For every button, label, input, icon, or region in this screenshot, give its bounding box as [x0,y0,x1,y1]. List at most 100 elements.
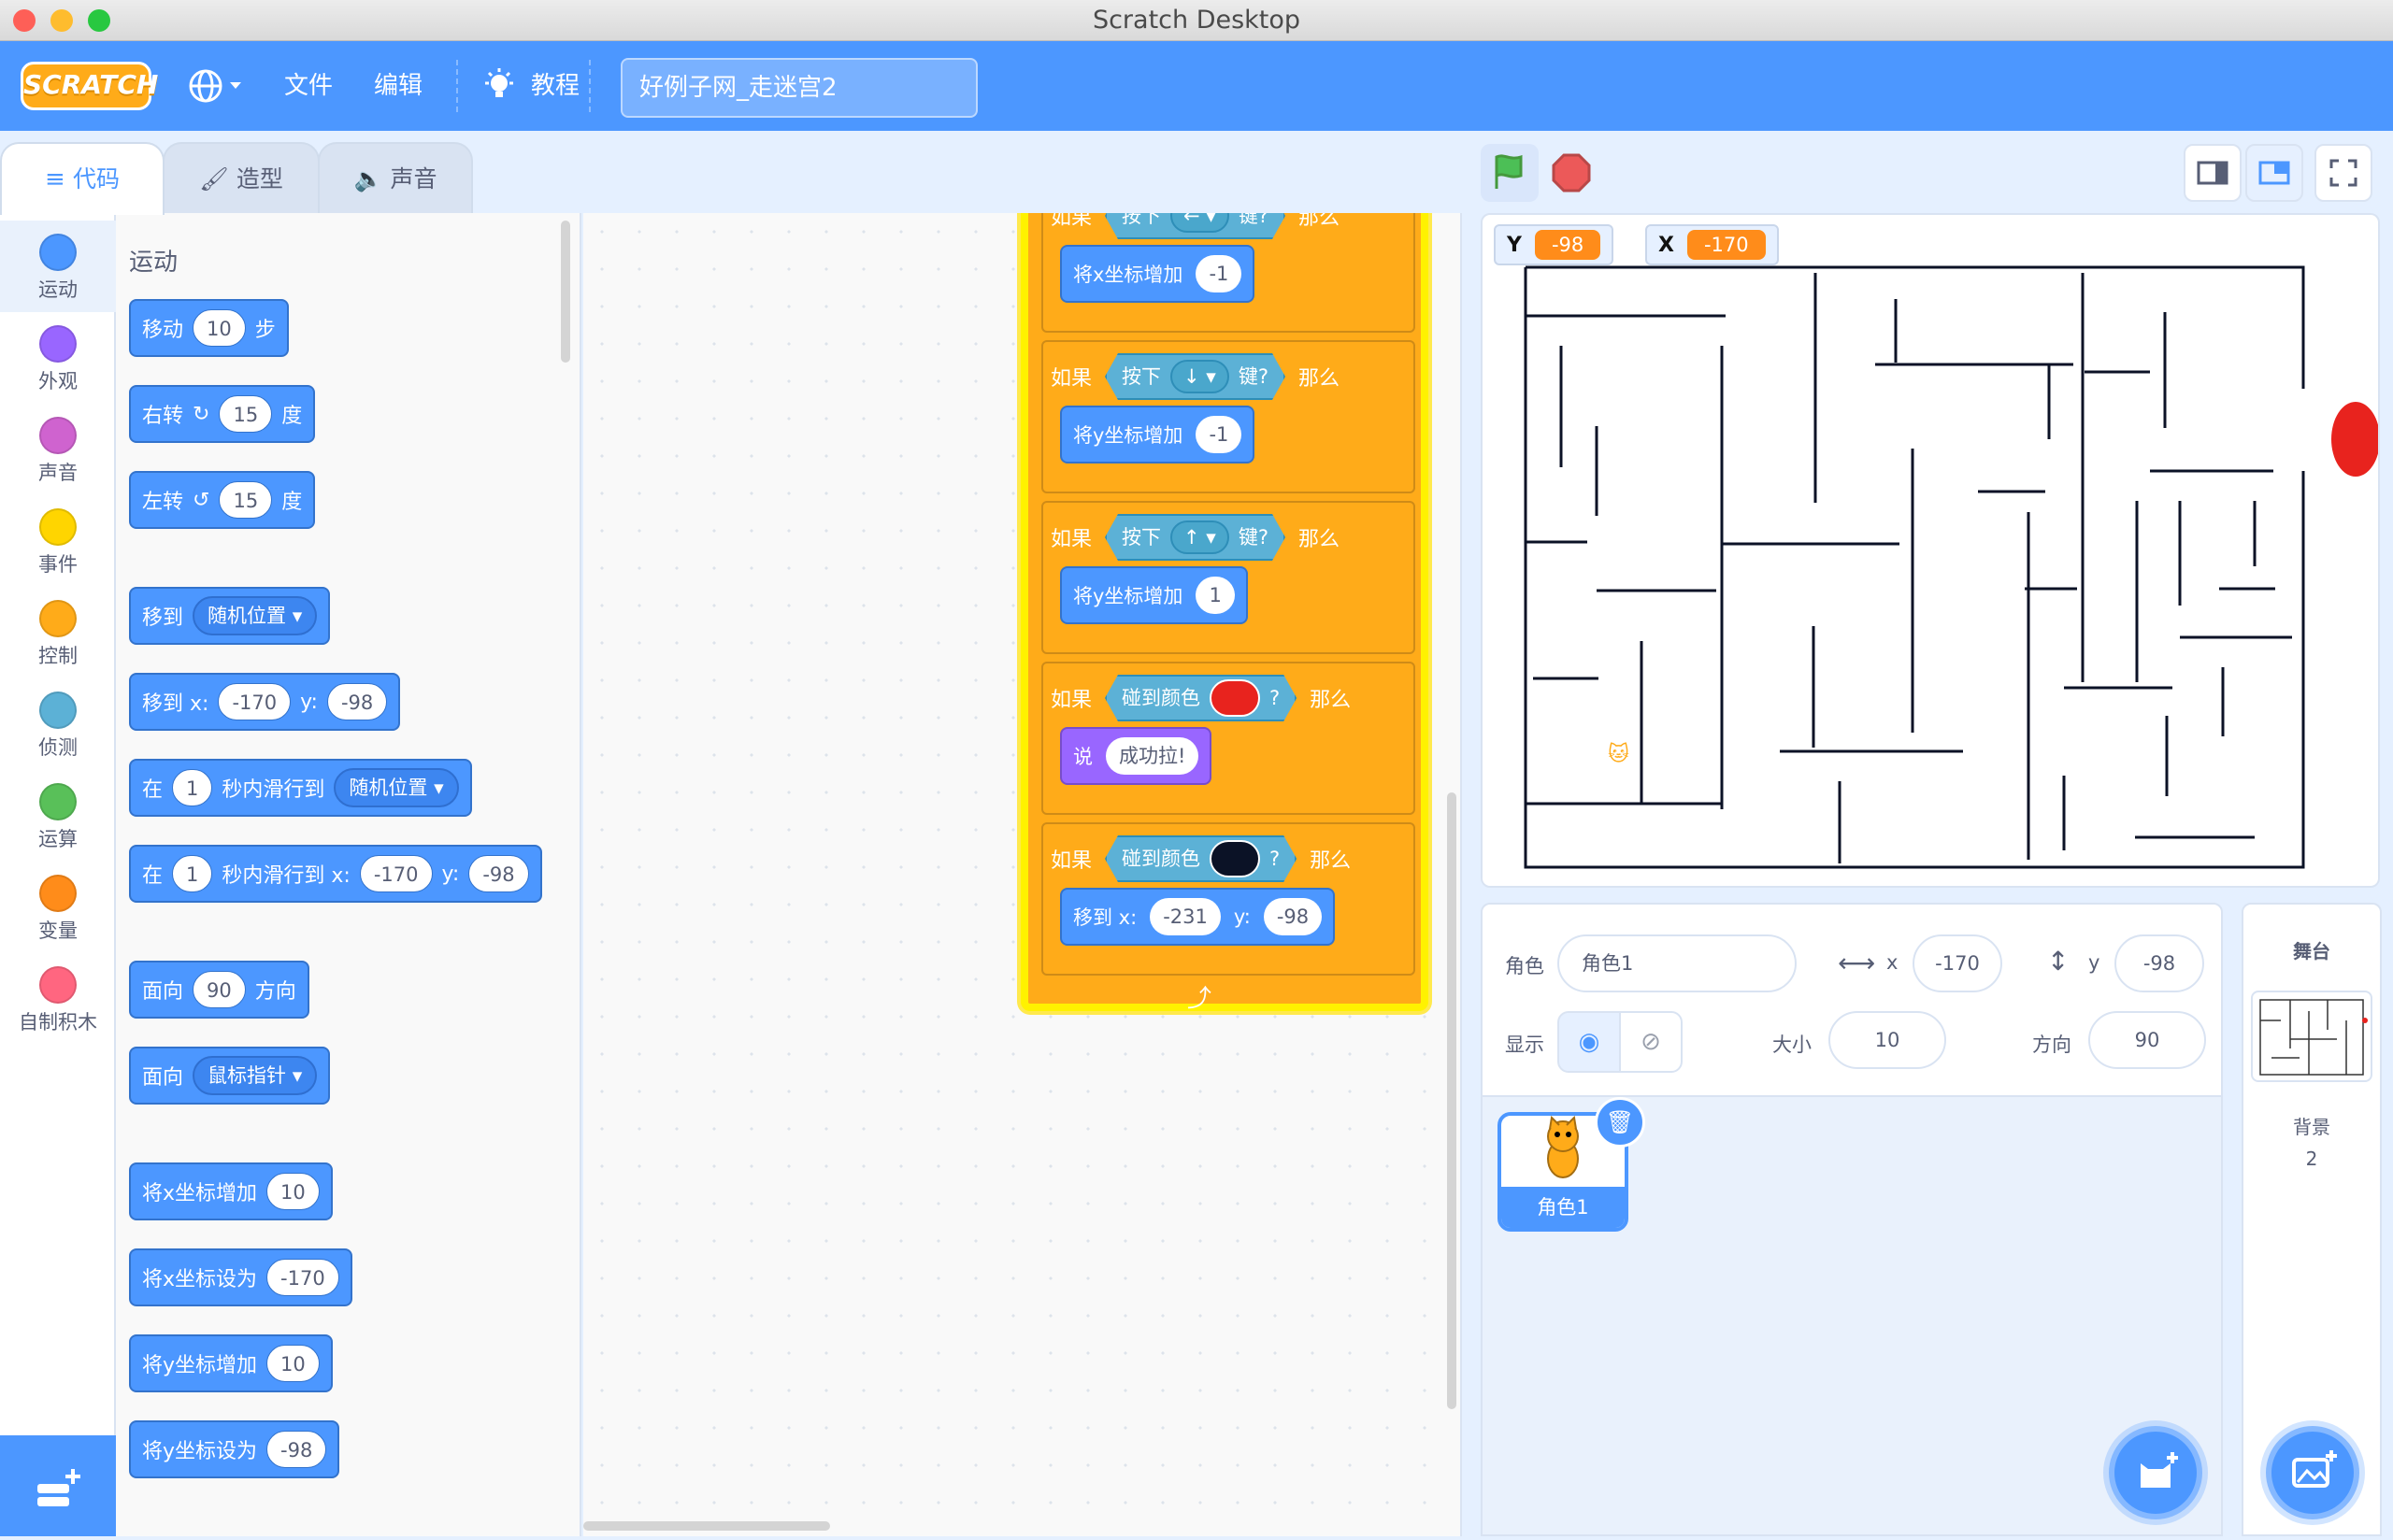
file-menu[interactable]: 文件 [284,67,333,105]
category-looks[interactable]: 外观 [0,312,116,404]
key-dropdown[interactable]: ← ▾ [1170,213,1229,233]
block-input[interactable]: 1 [1196,577,1235,614]
block-turn-left[interactable]: 左转 ↺ 15 度 [129,471,316,529]
edit-menu[interactable]: 编辑 [374,67,423,105]
category-my-blocks[interactable]: 自制积木 [0,953,116,1045]
change-y-block[interactable]: 将y坐标增加 1 [1060,566,1248,624]
key-pressed-condition[interactable]: 按下 ↓ ▾ 键? [1105,353,1285,400]
if-key-down-block[interactable]: 如果 按下 ↓ ▾ 键? 那么 将y坐标增加 -1 [1041,340,1415,493]
y-label: y [2088,951,2100,974]
if-touching-red-block[interactable]: 如果 碰到颜色? 那么 说成功拉! [1041,662,1415,815]
goto-xy-block[interactable]: 移到 x: -231 y: -98 [1060,888,1336,946]
block-set-x[interactable]: 将x坐标设为 -170 [129,1248,352,1306]
block-point-towards[interactable]: 面向 鼠标指针 ▾ [129,1047,331,1105]
block-set-y[interactable]: 将y坐标设为 -98 [129,1420,340,1478]
change-y-block[interactable]: 将y坐标增加 -1 [1060,406,1255,463]
category-variables[interactable]: 变量 [0,862,116,953]
block-input[interactable]: 1 [172,855,213,892]
block-input[interactable]: -1 [1196,255,1242,292]
script-vertical-scrollbar[interactable] [1447,792,1456,1409]
tutorials-menu[interactable]: 教程 [480,67,580,105]
block-input[interactable]: 10 [193,309,246,347]
fullscreen-button[interactable] [2314,144,2372,202]
block-goto[interactable]: 移到 随机位置 ▾ [129,587,331,645]
say-block[interactable]: 说成功拉! [1060,727,1212,785]
sprite-direction-input[interactable]: 90 [2088,1011,2206,1069]
add-extension-button[interactable] [0,1435,116,1536]
choose-sprite-button[interactable] [2109,1426,2202,1519]
block-input[interactable]: -170 [218,683,292,720]
key-pressed-condition[interactable]: 按下 ↑ ▾ 键? [1105,514,1285,561]
category-motion[interactable]: 运动 [0,221,116,312]
block-goto-xy[interactable]: 移到 x: -170 y: -98 [129,673,401,731]
tab-code[interactable]: ≡ 代码 [0,142,165,215]
category-control[interactable]: 控制 [0,587,116,678]
forever-loop-script[interactable]: 如果 按下 ← ▾ 键? 那么 将x坐标增加 -1 如果 按下 ↓ ▾ 键? 那么 将y坐标增加 -… [1021,213,1428,1013]
block-input[interactable]: 15 [219,395,273,433]
small-stage-button[interactable] [2184,144,2242,202]
project-title-input[interactable]: 好例子网_走迷宫2 [621,58,978,118]
block-input[interactable]: -170 [266,1259,339,1296]
backdrop-thumbnail[interactable] [2251,991,2372,1082]
if-touching-black-block[interactable]: 如果 碰到颜色? 那么 移到 x: -231 y: -98 [1041,822,1415,976]
block-input[interactable]: -1 [1196,416,1242,453]
block-point-direction[interactable]: 面向 90 方向 [129,961,309,1019]
block-change-x[interactable]: 将x坐标增加 10 [129,1162,333,1220]
block-input[interactable]: -98 [266,1431,327,1468]
tab-costumes[interactable]: 🖌 造型 [163,142,320,215]
scratch-logo[interactable]: SCRATCH [21,62,158,110]
color-swatch-red[interactable] [1210,679,1260,717]
category-sensing[interactable]: 侦测 [0,678,116,770]
touching-color-condition[interactable]: 碰到颜色? [1105,675,1297,721]
sprite-x-input[interactable]: -170 [1913,934,2002,992]
block-glide-to[interactable]: 在 1 秒内滑行到 随机位置 ▾ [129,759,472,817]
sprite-size-input[interactable]: 10 [1828,1011,1946,1069]
category-sound[interactable]: 声音 [0,404,116,495]
maze-thumbnail-icon [2259,999,2368,1076]
hide-sprite-button[interactable]: ⊘ [1619,1011,1683,1073]
key-dropdown[interactable]: ↑ ▾ [1170,520,1229,554]
green-flag-button[interactable] [1481,144,1539,202]
if-key-up-block[interactable]: 如果 按下 ↑ ▾ 键? 那么 将y坐标增加 1 [1041,501,1415,654]
block-change-y[interactable]: 将y坐标增加 10 [129,1334,333,1392]
language-menu[interactable] [187,67,245,105]
block-input[interactable]: -231 [1150,898,1221,935]
show-sprite-button[interactable]: ◉ [1557,1011,1621,1073]
delete-sprite-button[interactable]: 🗑 [1595,1097,1645,1148]
block-input[interactable]: 1 [172,769,213,806]
block-input[interactable]: 15 [219,481,273,519]
if-key-left-block[interactable]: 如果 按下 ← ▾ 键? 那么 将x坐标增加 -1 [1041,213,1415,333]
block-input[interactable]: -98 [326,683,388,720]
block-move-steps[interactable]: 移动 10 步 [129,299,289,357]
touching-color-condition[interactable]: 碰到颜色? [1105,835,1297,882]
choose-backdrop-button[interactable] [2266,1426,2359,1519]
color-swatch-black[interactable] [1210,840,1260,877]
category-operators[interactable]: 运算 [0,770,116,862]
block-text: 将x坐标设为 [142,1268,258,1291]
block-input[interactable]: 10 [266,1173,320,1210]
key-pressed-condition[interactable]: 按下 ← ▾ 键? [1105,213,1285,239]
block-dropdown[interactable]: 随机位置 ▾ [193,596,318,635]
block-input[interactable]: 成功拉! [1106,737,1199,775]
block-glide-xy[interactable]: 在 1 秒内滑行到 x: -170 y: -98 [129,845,542,903]
block-input[interactable]: 10 [266,1345,320,1382]
key-dropdown[interactable]: ↓ ▾ [1170,360,1229,393]
block-dropdown[interactable]: 鼠标指针 ▾ [193,1056,318,1095]
large-stage-button[interactable] [2245,144,2303,202]
block-turn-right[interactable]: 右转 ↻ 15 度 [129,385,316,443]
block-input[interactable]: -170 [359,855,433,892]
change-x-block[interactable]: 将x坐标增加 -1 [1060,245,1255,303]
sprite-name-input[interactable]: 角色1 [1557,934,1797,992]
palette-scrollbar[interactable] [561,221,570,363]
stage-canvas[interactable]: Y -98 X -170 🐱 [1481,213,2380,888]
category-events[interactable]: 事件 [0,495,116,587]
block-input[interactable]: -98 [1263,898,1323,935]
block-input[interactable]: -98 [468,855,529,892]
block-dropdown[interactable]: 随机位置 ▾ [334,768,459,807]
stop-button[interactable] [1542,144,1600,202]
script-area[interactable]: 如果 按下 ← ▾ 键? 那么 将x坐标增加 -1 如果 按下 ↓ ▾ 键? 那么 将y坐标增加 -… [583,213,1462,1536]
script-horizontal-scrollbar[interactable] [583,1521,830,1531]
tab-sounds[interactable]: 🔈 声音 [318,142,473,215]
sprite-y-input[interactable]: -98 [2114,934,2204,992]
block-input[interactable]: 90 [193,971,246,1008]
